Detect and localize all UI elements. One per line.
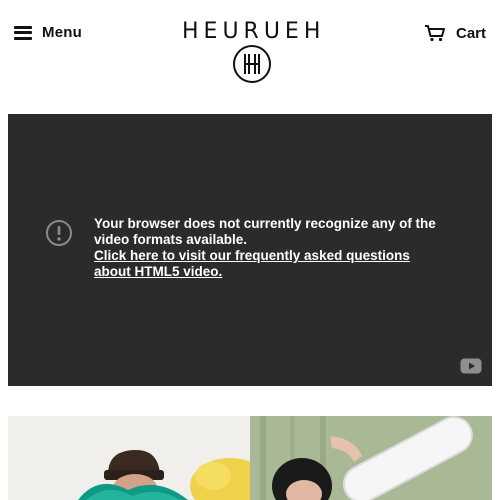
model-photo-illustration bbox=[8, 416, 250, 500]
site-header: Menu HEURUEH Cart bbox=[0, 0, 500, 100]
video-error-text: Your browser does not currently recogniz… bbox=[94, 216, 436, 247]
cart-icon bbox=[424, 25, 445, 42]
hamburger-icon bbox=[14, 25, 32, 40]
html5-faq-link[interactable]: Click here to visit our frequently asked… bbox=[94, 248, 444, 280]
product-gallery bbox=[8, 416, 492, 500]
menu-label: Menu bbox=[42, 24, 82, 41]
alert-circle-icon bbox=[46, 220, 72, 246]
youtube-icon[interactable] bbox=[460, 358, 482, 374]
menu-button[interactable]: Menu bbox=[14, 24, 82, 41]
brand-wordmark: HEURUEH bbox=[182, 19, 326, 44]
product-photo-left[interactable] bbox=[8, 416, 250, 500]
video-player[interactable]: Your browser does not currently recogniz… bbox=[8, 114, 492, 386]
skateboard-photo-illustration bbox=[250, 416, 492, 500]
brand-monogram-icon bbox=[233, 45, 271, 83]
video-error-message: Your browser does not currently recogniz… bbox=[44, 216, 444, 280]
cart-button[interactable]: Cart bbox=[424, 24, 486, 42]
cart-label: Cart bbox=[455, 24, 486, 42]
product-photo-right[interactable] bbox=[250, 416, 492, 500]
brand-logo[interactable]: HEURUEH bbox=[182, 20, 322, 84]
